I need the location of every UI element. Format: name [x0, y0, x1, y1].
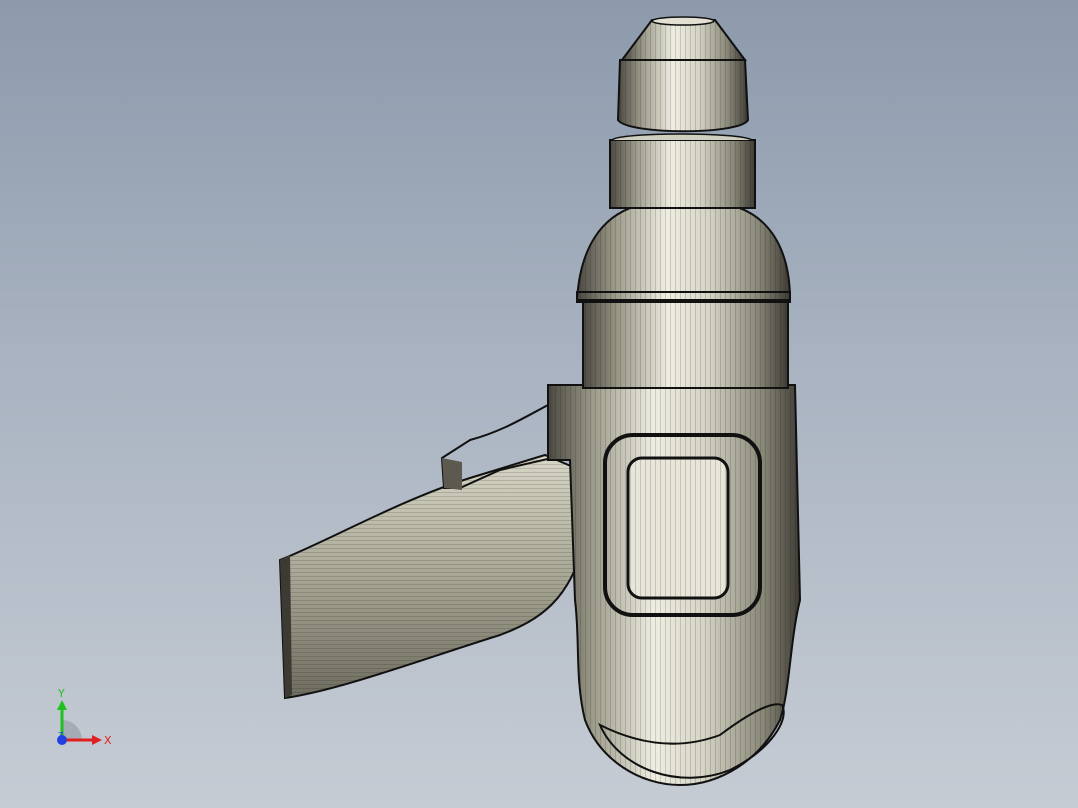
drill-handle [278, 453, 587, 700]
drill-chuck-tip [616, 16, 750, 133]
graphics-viewport[interactable]: Y X Z [0, 0, 1078, 808]
y-arrow-icon [57, 700, 67, 710]
drill-barrel [582, 299, 789, 389]
axis-triad: Y X Z [57, 687, 112, 747]
drill-chuck-collar [575, 204, 792, 303]
drill-housing [547, 384, 802, 787]
x-axis-label: X [104, 734, 112, 747]
drill-model[interactable] [0, 0, 1078, 808]
x-arrow-icon [92, 735, 102, 745]
drill-chuck-body [609, 133, 756, 209]
z-axis-label: Z [58, 731, 64, 740]
y-axis-label: Y [57, 687, 65, 700]
